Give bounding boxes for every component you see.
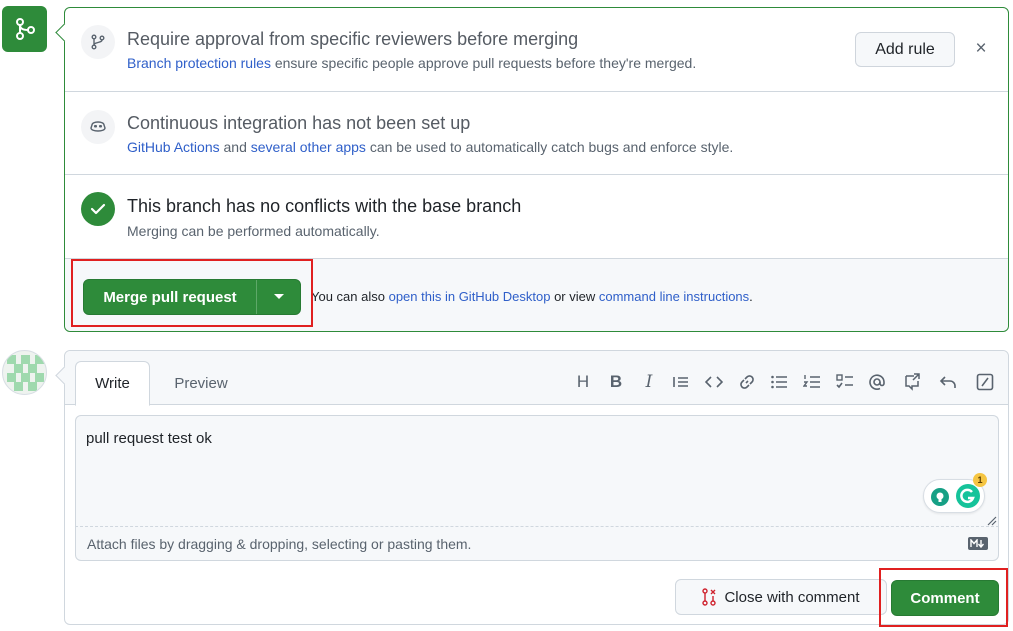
git-pull-request-closed-icon <box>702 588 717 606</box>
attach-files-text: Attach files by dragging & dropping, sel… <box>87 536 472 552</box>
attach-files-bar[interactable]: Attach files by dragging & dropping, sel… <box>75 526 999 561</box>
code-icon[interactable] <box>703 371 725 393</box>
cross-reference-icon[interactable] <box>901 371 923 393</box>
check-icon <box>81 192 115 226</box>
unordered-list-icon[interactable] <box>768 371 790 393</box>
git-merge-icon <box>2 6 47 52</box>
task-list-icon[interactable] <box>834 371 856 393</box>
bold-icon[interactable]: B <box>605 371 627 393</box>
comment-button-highlight <box>879 568 1008 627</box>
add-rule-button[interactable]: Add rule <box>855 32 955 67</box>
github-actions-link[interactable]: GitHub Actions <box>127 139 220 155</box>
ci-section: Continuous integration has not been set … <box>65 92 1008 175</box>
tab-write[interactable]: Write <box>75 361 150 406</box>
conflicts-section: This branch has no conflicts with the ba… <box>65 175 1008 259</box>
ci-description: GitHub Actions and several other apps ca… <box>127 139 734 155</box>
resize-handle-icon[interactable] <box>985 514 997 526</box>
markdown-icon[interactable] <box>968 537 988 550</box>
comment-textarea[interactable]: pull request test ok <box>75 415 999 527</box>
branch-protection-rules-link[interactable]: Branch protection rules <box>127 55 271 71</box>
open-github-desktop-link[interactable]: open this in GitHub Desktop <box>389 289 551 304</box>
merge-button-highlight <box>71 259 313 327</box>
copilot-icon <box>81 110 115 144</box>
italic-icon[interactable]: I <box>638 371 660 393</box>
tab-preview[interactable]: Preview <box>161 361 241 405</box>
heading-icon[interactable]: H <box>572 371 594 393</box>
comment-text: pull request test ok <box>86 430 212 447</box>
comment-tab-header: Write Preview H B I <box>65 351 1008 406</box>
close-with-comment-button[interactable]: Close with comment <box>675 579 887 615</box>
command-line-instructions-link[interactable]: command line instructions <box>599 289 749 304</box>
merge-alternatives-text: You can also open this in GitHub Desktop… <box>311 289 753 304</box>
close-icon[interactable]: × <box>971 38 991 60</box>
close-with-comment-label: Close with comment <box>724 588 860 606</box>
bulb-icon <box>931 488 949 506</box>
conflicts-description: Merging can be performed automatically. <box>127 223 380 239</box>
reply-icon[interactable] <box>937 371 959 393</box>
conflicts-title: This branch has no conflicts with the ba… <box>127 196 522 216</box>
grammarly-widget[interactable]: 1 <box>923 473 987 513</box>
grammarly-count-badge: 1 <box>973 473 987 487</box>
approval-title: Require approval from specific reviewers… <box>127 29 579 49</box>
grammarly-icon <box>956 484 980 508</box>
quote-icon[interactable] <box>670 371 692 393</box>
approval-description: Branch protection rules ensure specific … <box>127 55 697 71</box>
other-apps-link[interactable]: several other apps <box>251 139 366 155</box>
ci-title: Continuous integration has not been set … <box>127 113 471 133</box>
git-branch-icon <box>81 25 115 59</box>
comment-box: Write Preview H B I pull request test ok… <box>64 350 1009 625</box>
approval-section: Require approval from specific reviewers… <box>65 8 1008 92</box>
avatar-identicon <box>2 350 47 395</box>
slash-command-icon[interactable] <box>974 371 996 393</box>
link-icon[interactable] <box>736 371 758 393</box>
mention-icon[interactable] <box>866 371 888 393</box>
ordered-list-icon[interactable] <box>801 371 823 393</box>
